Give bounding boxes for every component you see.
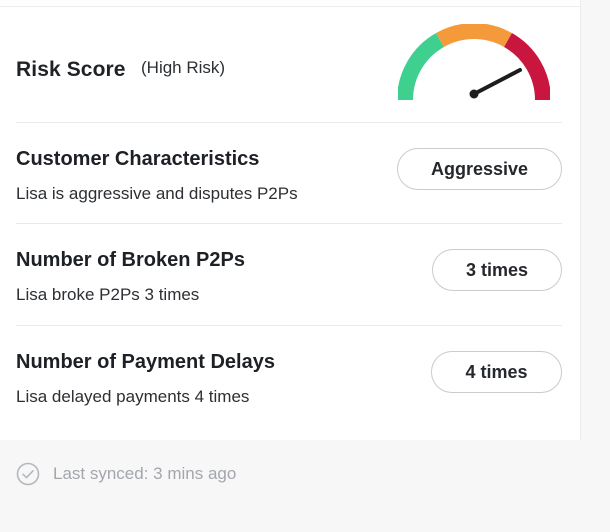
aggressive-badge: Aggressive [397, 148, 562, 190]
divider [0, 6, 580, 7]
list-item-payment-delays: Number of Payment Delays Lisa delayed pa… [16, 351, 562, 413]
risk-score-label: Risk Score [16, 58, 126, 81]
check-circle-icon [16, 462, 40, 486]
gauge-medium-segment [436, 24, 512, 48]
list-item-broken-p2ps: Number of Broken P2Ps Lisa broke P2Ps 3 … [16, 249, 562, 311]
item-title: Number of Payment Delays [16, 351, 275, 373]
last-synced-text: Last synced: 3 mins ago [53, 464, 237, 483]
divider [16, 325, 562, 326]
gauge-pivot [469, 89, 479, 99]
item-description: Lisa broke P2Ps 3 times [16, 285, 200, 304]
item-description: Lisa is aggressive and disputes P2Ps [16, 184, 298, 203]
count-badge: 3 times [432, 249, 562, 291]
item-description: Lisa delayed payments 4 times [16, 387, 250, 406]
gauge-low-segment [398, 33, 445, 101]
risk-level-text: (High Risk) [141, 58, 226, 77]
divider [16, 223, 562, 224]
gauge-high-segment [503, 33, 550, 101]
divider [16, 122, 562, 123]
item-title: Number of Broken P2Ps [16, 249, 245, 271]
item-title: Customer Characteristics [16, 148, 260, 170]
risk-card: Risk Score (High Risk) Customer Characte… [0, 0, 581, 440]
risk-gauge [398, 24, 550, 101]
count-badge: 4 times [431, 351, 562, 393]
list-item-customer-characteristics: Customer Characteristics Lisa is aggress… [16, 148, 562, 210]
footer [0, 440, 610, 532]
gauge-needle [472, 68, 522, 96]
